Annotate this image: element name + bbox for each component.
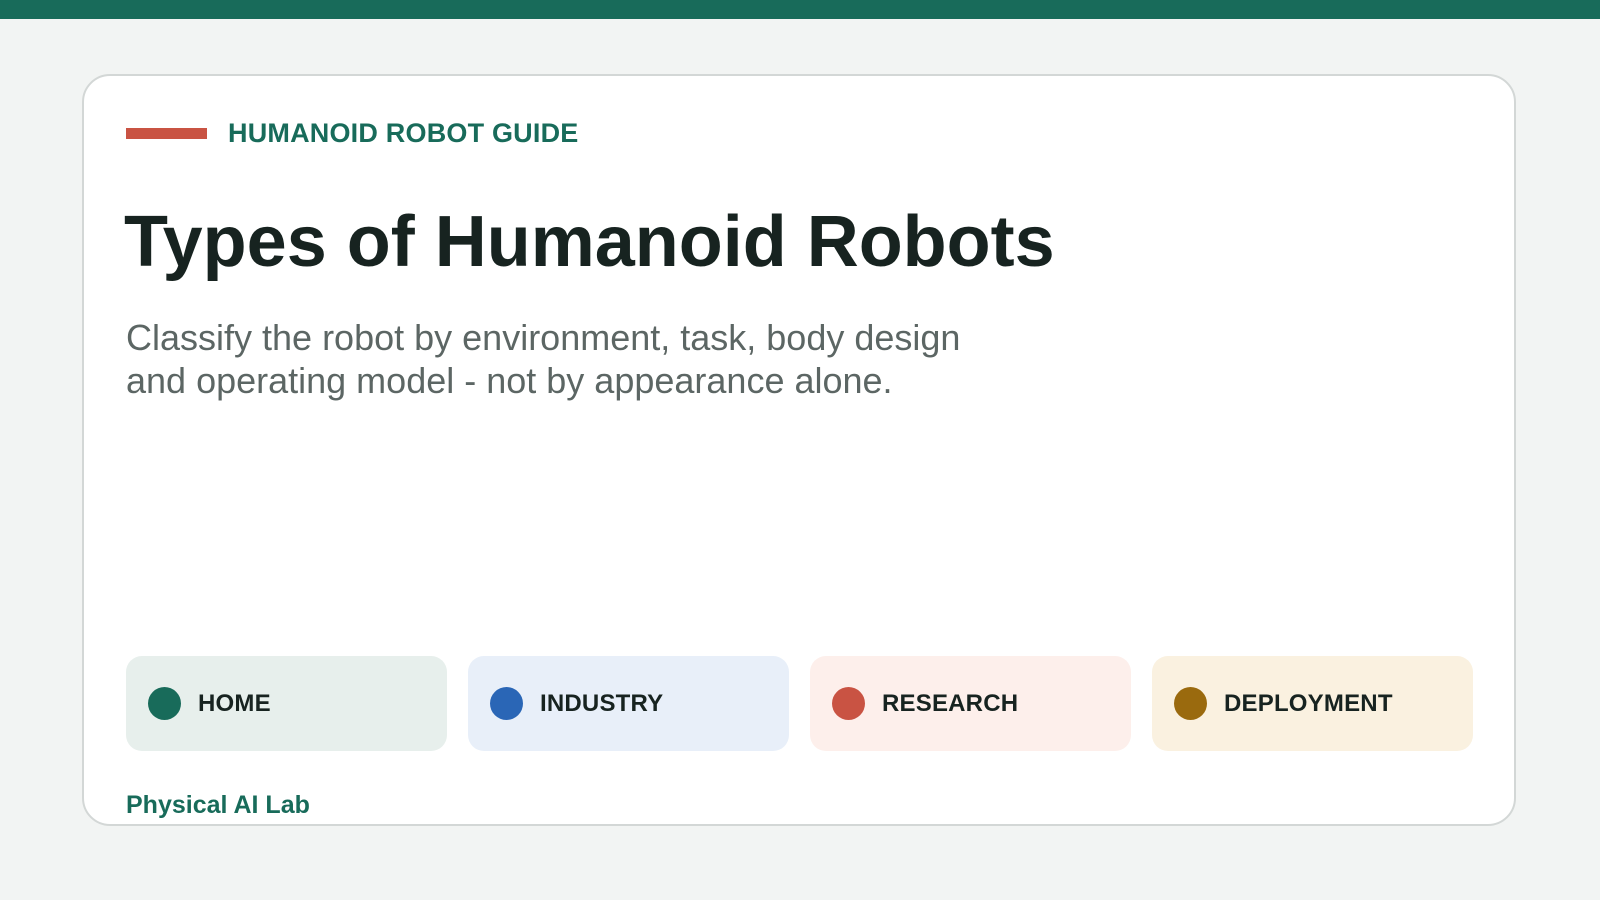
- category-label: DEPLOYMENT: [1224, 689, 1393, 717]
- eyebrow-accent-bar: [126, 127, 207, 139]
- category-label: INDUSTRY: [540, 689, 664, 717]
- category-chips: HOME INDUSTRY RESEARCH DEPLOYMENT: [126, 656, 1473, 751]
- footer-brand: Physical AI Lab: [126, 791, 310, 819]
- title-card: HUMANOID ROBOT GUIDE Types of Humanoid R…: [82, 74, 1516, 826]
- category-dot-icon: [832, 687, 865, 720]
- eyebrow: HUMANOID ROBOT GUIDE: [126, 118, 579, 148]
- category-chip-research[interactable]: RESEARCH: [810, 656, 1131, 751]
- page-title: Types of Humanoid Robots: [124, 202, 1055, 282]
- category-chip-deployment[interactable]: DEPLOYMENT: [1152, 656, 1473, 751]
- eyebrow-label: HUMANOID ROBOT GUIDE: [228, 118, 579, 148]
- category-chip-industry[interactable]: INDUSTRY: [468, 656, 789, 751]
- category-dot-icon: [490, 687, 523, 720]
- category-chip-home[interactable]: HOME: [126, 656, 447, 751]
- category-label: RESEARCH: [882, 689, 1019, 717]
- page-subtitle: Classify the robot by environment, task,…: [126, 317, 961, 401]
- category-dot-icon: [1174, 687, 1207, 720]
- top-accent-bar: [0, 0, 1600, 19]
- category-dot-icon: [148, 687, 181, 720]
- category-label: HOME: [198, 689, 271, 717]
